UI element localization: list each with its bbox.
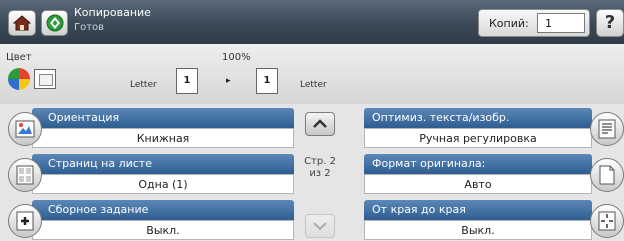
output-paper-size: Letter [300,80,327,90]
options-panel: Ориентация Книжная Страниц на листе Одна… [0,104,624,241]
original-icon [34,69,56,89]
option-value: Выкл. [364,220,592,240]
option-title: Ориентация [32,108,294,128]
page-number: Стр. 2 [304,156,336,167]
page-indicator: Стр. 2 из 2 [302,156,338,180]
output-tray-icon: 1 [256,68,278,94]
option-value: Выкл. [32,220,294,240]
scroll-down-button [305,214,335,238]
home-icon [13,15,31,31]
option-title: От края до края [364,200,592,220]
page-total: из 2 [309,168,331,179]
pages-per-sheet-icon [8,158,42,192]
zoom-level: 100% [222,52,251,63]
option-title: Сборное задание [32,200,294,220]
copies-input[interactable]: 1 [537,13,585,33]
help-icon: ? [604,12,616,33]
option-value: Авто [364,174,592,194]
orientation-icon [8,112,42,146]
option-pages-per-sheet[interactable]: Страниц на листе Одна (1) [8,154,294,196]
input-tray-icon: 1 [176,68,198,94]
option-text-image-optimize[interactable]: Оптимиз. текста/изобр. Ручная регулировк… [364,108,624,150]
option-edge-to-edge[interactable]: От края до края Выкл. [364,200,624,241]
app-title: Копирование [74,6,151,19]
arrow-right-icon: ▸ [226,76,231,86]
home-button[interactable] [8,10,36,36]
scroll-up-button[interactable] [305,112,335,136]
color-label: Цвет [6,52,32,63]
copies-label: Копий: [489,17,529,30]
option-title: Оптимиз. текста/изобр. [364,108,592,128]
copy-icon [46,14,63,32]
copies-control: Копий: 1 [478,9,590,37]
option-value: Одна (1) [32,174,294,194]
chevron-down-icon [313,222,327,231]
original-size-icon [590,158,624,192]
source-paper-size: Letter [130,80,157,90]
option-orientation[interactable]: Ориентация Книжная [8,108,294,150]
title-bar: Копирование Готов Копий: 1 ? [0,0,624,44]
copy-settings-summary: Цвет 100% Letter 1 ▸ 1 Letter [0,44,624,104]
device-status: Готов [74,22,105,33]
option-job-build[interactable]: Сборное задание Выкл. [8,200,294,241]
option-title: Страниц на листе [32,154,294,174]
option-value: Ручная регулировка [364,128,592,148]
option-value: Книжная [32,128,294,148]
edge-to-edge-icon [590,204,624,238]
job-build-icon [8,204,42,238]
option-title: Формат оригинала: [364,154,592,174]
chevron-up-icon [313,119,327,128]
help-button[interactable]: ? [596,9,624,37]
copy-app-icon [41,10,68,36]
optimize-icon [590,112,624,146]
option-original-size[interactable]: Формат оригинала: Авто [364,154,624,196]
color-mode-icon [8,68,30,90]
